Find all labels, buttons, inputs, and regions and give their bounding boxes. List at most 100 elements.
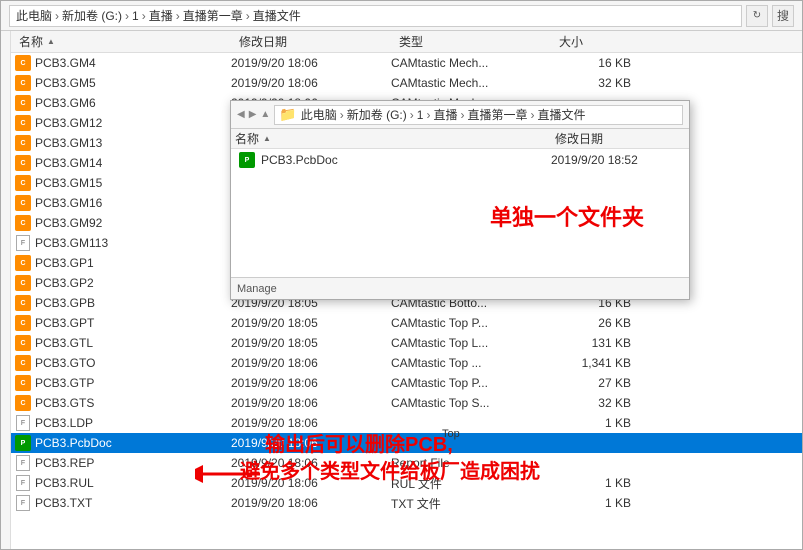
file-row[interactable]: C PCB3.GM4 2019/9/20 18:06 CAMtastic Mec…	[11, 53, 802, 73]
file-icon: C	[15, 175, 31, 191]
file-type: CAMtastic Mech...	[391, 76, 551, 90]
path-segment-1[interactable]: 此电脑	[16, 7, 52, 24]
dialog-file-name: PCB3.PcbDoc	[261, 153, 551, 167]
dialog-nav-right[interactable]: ▶	[249, 109, 257, 120]
annotation-delete-pcb: 输出后可以删除PCB,	[265, 428, 453, 457]
file-date: 2019/9/20 18:06	[231, 76, 391, 90]
dialog-file-date: 2019/9/20 18:52	[551, 153, 681, 167]
file-row[interactable]: C PCB3.GTL 2019/9/20 18:05 CAMtastic Top…	[11, 333, 802, 353]
file-row[interactable]: C PCB3.GTP 2019/9/20 18:06 CAMtastic Top…	[11, 373, 802, 393]
file-name: PCB3.TXT	[35, 496, 231, 510]
dialog-column-headers: 名称 ▲ 修改日期	[231, 129, 689, 149]
file-type: CAMtastic Top L...	[391, 336, 551, 350]
file-size: 32 KB	[551, 396, 631, 410]
file-icon: C	[15, 295, 31, 311]
file-icon: F	[15, 455, 31, 471]
path-segment-4[interactable]: 直播	[149, 7, 173, 24]
file-size: 1 KB	[551, 496, 631, 510]
file-date: 2019/9/20 18:06	[231, 496, 391, 510]
col-header-name[interactable]: 名称 ▲	[15, 33, 235, 50]
file-name: PCB3.RUL	[35, 476, 231, 490]
dialog-bottom-bar: Manage	[231, 277, 689, 299]
dialog-bottom-text[interactable]: Manage	[237, 283, 277, 295]
path-segment-3[interactable]: 1	[132, 9, 139, 23]
file-date: 2019/9/20 18:06	[231, 356, 391, 370]
file-icon: C	[15, 155, 31, 171]
file-date: 2019/9/20 18:06	[231, 56, 391, 70]
file-size: 1,341 KB	[551, 356, 631, 370]
dialog-path-1: 此电脑	[301, 106, 337, 123]
file-name: PCB3.GTL	[35, 336, 231, 350]
dialog-file-row[interactable]: P PCB3.PcbDoc 2019/9/20 18:52	[231, 149, 689, 171]
file-row[interactable]: C PCB3.GTO 2019/9/20 18:06 CAMtastic Top…	[11, 353, 802, 373]
file-type: CAMtastic Top P...	[391, 376, 551, 390]
file-icon: C	[15, 115, 31, 131]
file-icon: C	[15, 375, 31, 391]
file-date: 2019/9/20 18:05	[231, 316, 391, 330]
path-segment-6[interactable]: 直播文件	[253, 7, 301, 24]
file-icon: C	[15, 335, 31, 351]
dialog-address-path[interactable]: 📁 此电脑 › 新加卷 (G:) › 1 › 直播 › 直播第一章 › 直播文件	[274, 105, 683, 125]
file-icon: C	[15, 355, 31, 371]
file-name: PCB3.GTS	[35, 396, 231, 410]
file-icon: C	[15, 255, 31, 271]
dialog-folder-icon: 📁	[279, 106, 296, 123]
file-date: 2019/9/20 18:06	[231, 376, 391, 390]
file-icon: P	[15, 435, 31, 451]
file-type: TXT 文件	[391, 495, 551, 512]
file-row[interactable]: F PCB3.TXT 2019/9/20 18:06 TXT 文件 1 KB	[11, 493, 802, 513]
file-name: PCB3.GP1	[35, 256, 231, 270]
file-icon: F	[15, 235, 31, 251]
left-nav-panel	[1, 31, 11, 549]
file-type: CAMtastic Mech...	[391, 56, 551, 70]
dialog-col-date-header[interactable]: 修改日期	[555, 130, 685, 147]
file-row[interactable]: C PCB3.GM5 2019/9/20 18:06 CAMtastic Mec…	[11, 73, 802, 93]
file-name: PCB3.GM16	[35, 196, 231, 210]
nav-up-button[interactable]: 搜	[772, 5, 794, 27]
file-size: 1 KB	[551, 416, 631, 430]
file-size: 1 KB	[551, 476, 631, 490]
file-size: 26 KB	[551, 316, 631, 330]
file-type: CAMtastic Top ...	[391, 356, 551, 370]
file-name: PCB3.GM92	[35, 216, 231, 230]
file-name: PCB3.GM13	[35, 136, 231, 150]
file-row[interactable]: C PCB3.GTS 2019/9/20 18:06 CAMtastic Top…	[11, 393, 802, 413]
col-header-date[interactable]: 修改日期	[235, 33, 395, 50]
file-icon: C	[15, 95, 31, 111]
col-header-size[interactable]: 大小	[555, 33, 635, 50]
refresh-button[interactable]: ↻	[746, 5, 768, 27]
dialog-path-6: 直播文件	[537, 106, 585, 123]
dialog-address-bar: ◀ ▶ ▲ 📁 此电脑 › 新加卷 (G:) › 1 › 直播 › 直播第一章 …	[231, 101, 689, 129]
file-name: PCB3.GTO	[35, 356, 231, 370]
file-name: PCB3.GM12	[35, 116, 231, 130]
dialog-path-5: 直播第一章	[467, 106, 527, 123]
file-name: PCB3.GM4	[35, 56, 231, 70]
column-headers: 名称 ▲ 修改日期 类型 大小	[11, 31, 802, 53]
dialog-nav-up[interactable]: ▲	[260, 109, 270, 120]
dialog-nav-left[interactable]: ◀	[237, 109, 245, 120]
dialog-file-icon: P	[239, 152, 255, 168]
file-name: PCB3.REP	[35, 456, 231, 470]
file-row[interactable]: C PCB3.GPT 2019/9/20 18:05 CAMtastic Top…	[11, 313, 802, 333]
file-name: PCB3.GTP	[35, 376, 231, 390]
file-icon: C	[15, 315, 31, 331]
file-date: 2019/9/20 18:05	[231, 336, 391, 350]
dialog-path-4: 直播	[433, 106, 457, 123]
file-size: 131 KB	[551, 336, 631, 350]
path-segment-5[interactable]: 直播第一章	[183, 7, 243, 24]
dialog-path-2: 新加卷 (G:)	[347, 106, 407, 123]
path-segment-2[interactable]: 新加卷 (G:)	[62, 7, 122, 24]
file-name: PCB3.GM14	[35, 156, 231, 170]
file-name: PCB3.GPB	[35, 296, 231, 310]
file-icon: C	[15, 215, 31, 231]
file-size: 32 KB	[551, 76, 631, 90]
file-icon: C	[15, 195, 31, 211]
col-header-type[interactable]: 类型	[395, 33, 555, 50]
file-name: PCB3.GM15	[35, 176, 231, 190]
file-name: PCB3.PcbDoc	[35, 436, 231, 450]
address-path[interactable]: 此电脑 › 新加卷 (G:) › 1 › 直播 › 直播第一章 › 直播文件	[9, 5, 742, 27]
dialog-sort-arrow: ▲	[263, 134, 271, 143]
annotation-single-folder: 单独一个文件夹	[490, 200, 644, 232]
dialog-col-name-header[interactable]: 名称 ▲	[235, 130, 555, 147]
file-icon: C	[15, 395, 31, 411]
